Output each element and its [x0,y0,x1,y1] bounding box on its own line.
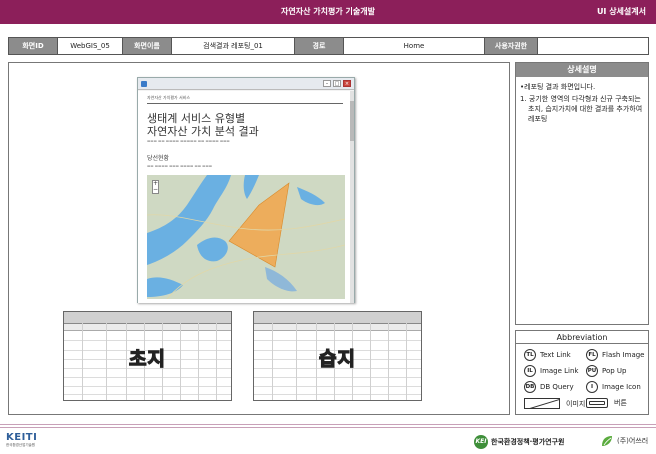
legend-db-query: DB DB Query [524,381,574,393]
grassland-label: 초지 [128,347,166,370]
map-graphic [147,175,345,299]
table-header [254,312,421,324]
grassland-table: 초지 [63,311,232,401]
project-title: 자연자산 가치평가 기술개발 [281,7,375,16]
scrollbar-thumb[interactable] [350,101,354,141]
text-link-icon: TL [524,349,536,361]
screen-id-label: 화면ID [9,38,58,54]
detail-item: 1. 궁기한 영역의 다각형과 신규 구축되는 초지, 습지가치에 대한 결과를… [520,95,643,123]
footer-divider [0,427,656,428]
document-type: UI 상세설계서 [596,7,646,16]
permission-value [538,38,648,54]
divider [147,103,343,104]
screen-id-value: WebGIS_05 [58,38,123,54]
leaf-icon [600,434,614,448]
report-subtext: ▬▬▬ ▬▬ ▬▬▬▬ ▬▬▬▬▬ ▬▬ ▬▬▬▬ ▬▬▬ [147,139,230,143]
screen-name-value: 검색결과 레포팅_01 [172,38,295,54]
minimize-icon[interactable]: – [323,80,331,87]
wetland-label: 습지 [318,347,356,370]
report-heading: 생태계 서비스 유형별 자연자산 가치 분석 결과 [147,112,259,138]
kei-logo: KEI 한국환경정책·평가연구원 [474,435,565,449]
button-placeholder-icon [586,398,608,408]
legend-image-icon: I Image Icon [586,381,641,393]
path-label: 경로 [295,38,344,54]
detail-intro: •레포팅 결과 화면입니다. [520,83,596,91]
table-total-row [254,324,421,331]
abbreviation-header: Abbreviation [516,331,648,344]
legend-image-link: IL Image Link [524,365,578,377]
report-heading-line2: 자연자산 가치 분석 결과 [147,125,259,138]
path-value: Home [344,38,485,54]
close-icon[interactable]: × [343,80,351,87]
report-page: 자연자산 가치평가 서비스 생태계 서비스 유형별 자연자산 가치 분석 결과 … [138,91,352,303]
footer-divider [0,424,656,425]
table-header [64,312,231,324]
db-query-icon: DB [524,381,536,393]
image-link-icon: IL [524,365,536,377]
scrollbar[interactable] [350,91,354,303]
image-icon-icon: I [586,381,598,393]
pop-up-icon: PU [586,365,598,377]
maximize-icon[interactable]: □ [333,80,341,87]
company-logo-text: (주)어쓰러 [617,437,649,445]
image-placeholder-icon [524,398,560,409]
section-desc: ▬▬ ▬▬▬▬ ▬▬▬ ▬▬▬▬ ▬▬ ▬▬▬ [147,164,213,168]
browser-titlebar: – □ × [138,78,354,90]
kei-logo-text: 한국환경정책·평가연구원 [491,438,565,446]
screen-preview-panel: – □ × 자연자산 가치평가 서비스 생태계 서비스 유형별 자연자산 가치 … [8,62,510,415]
legend-button: 버튼 [586,398,627,408]
keiti-logo: KEITI 한국환경산업기술원 [6,432,38,447]
legend-flash-image: FL Flash Image [586,349,645,361]
zoom-control[interactable]: + − [152,180,159,194]
abbreviation-panel: Abbreviation TL Text Link FL Flash Image… [515,330,649,415]
wetland-table: 습지 [253,311,422,401]
map-view[interactable]: + − [147,175,345,299]
permission-label: 사용자권한 [485,38,538,54]
legend-text-link: TL Text Link [524,349,571,361]
section-title: 당선현황 [147,155,170,162]
kei-logo-mark: KEI [474,435,488,449]
company-logo: (주)어쓰러 [600,434,648,448]
detail-header: 상세설명 [516,63,648,77]
report-heading-line1: 생태계 서비스 유형별 [147,112,246,125]
browser-window: – □ × 자연자산 가치평가 서비스 생태계 서비스 유형별 자연자산 가치 … [137,77,355,303]
legend-pop-up: PU Pop Up [586,365,627,377]
legend-image: 이미지 [524,398,585,409]
screen-name-label: 화면이름 [123,38,172,54]
browser-icon [141,81,147,87]
window-controls: – □ × [323,80,351,87]
table-total-row [64,324,231,331]
detail-panel: 상세설명 •레포팅 결과 화면입니다. 1. 궁기한 영역의 다각형과 신규 구… [515,62,649,325]
site-name: 자연자산 가치평가 서비스 [147,95,191,100]
header-bar: 자연자산 가치평가 기술개발 UI 상세설계서 [0,0,656,24]
screen-info-bar: 화면ID WebGIS_05 화면이름 검색결과 레포팅_01 경로 Home … [8,37,649,55]
flash-image-icon: FL [586,349,598,361]
